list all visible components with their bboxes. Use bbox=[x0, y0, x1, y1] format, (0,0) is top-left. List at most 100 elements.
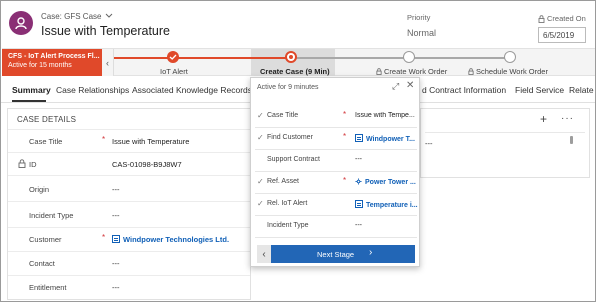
process-name-flag[interactable]: CFS - IoT Alert Process Fl... Active for… bbox=[2, 49, 102, 76]
divider bbox=[425, 132, 585, 133]
account-icon bbox=[112, 235, 120, 243]
form-selector[interactable]: Case: GFS Case bbox=[41, 12, 113, 21]
checkmark-icon: ✓ bbox=[257, 133, 264, 142]
field-id: ID CAS-01098-B9J8W7 bbox=[8, 152, 250, 175]
stage-schedule-work-order[interactable]: Schedule Work Order bbox=[468, 67, 548, 76]
field-value: CAS-01098-B9J8W7 bbox=[112, 160, 182, 169]
priority-value[interactable]: Normal bbox=[407, 28, 436, 38]
stage-track-pending bbox=[290, 57, 510, 59]
stage-active-icon[interactable] bbox=[285, 51, 297, 63]
iot-alert-lookup-link[interactable]: Temperature i... bbox=[355, 200, 418, 209]
field-value: Windpower Technologies Ltd. bbox=[123, 235, 230, 244]
checkmark-icon: ✓ bbox=[257, 111, 264, 120]
stage-label-iot-alert[interactable]: IoT Alert bbox=[160, 67, 188, 76]
more-options-icon[interactable]: ··· bbox=[561, 113, 574, 124]
field-case-title[interactable]: Case Title * Issue with Temperature bbox=[8, 129, 250, 152]
chevron-left-icon[interactable]: ‹ bbox=[257, 245, 271, 263]
expand-icon[interactable]: ⤢ bbox=[392, 81, 399, 92]
created-on-header: Created On bbox=[538, 14, 586, 23]
field-label: Rel. IoT Alert bbox=[267, 200, 308, 207]
tab-associated-knowledge-records[interactable]: Associated Knowledge Records bbox=[132, 85, 252, 95]
field-value[interactable]: --- bbox=[112, 259, 120, 268]
checkmark-icon: ✓ bbox=[257, 199, 264, 208]
field-label: Contact bbox=[29, 259, 55, 268]
case-details-section: CASE DETAILS Case Title * Issue with Tem… bbox=[7, 108, 251, 300]
scrollbar[interactable] bbox=[570, 136, 573, 144]
flyout-field-support-contract[interactable]: Support Contract --- bbox=[255, 150, 417, 172]
lock-icon bbox=[18, 159, 26, 168]
tab-case-relationships[interactable]: Case Relationships bbox=[56, 85, 129, 95]
field-value[interactable]: --- bbox=[355, 156, 362, 163]
next-stage-button[interactable]: Next Stage bbox=[317, 250, 354, 259]
field-value[interactable]: --- bbox=[112, 211, 120, 220]
entity-form-label: Case: GFS Case bbox=[41, 12, 102, 21]
field-value: Windpower T... bbox=[366, 136, 415, 143]
field-value: Power Tower ... bbox=[365, 179, 416, 186]
stage-completed-icon[interactable] bbox=[167, 51, 179, 63]
flyout-field-find-customer[interactable]: ✓ Find Customer * Windpower T... bbox=[255, 128, 417, 150]
field-label: Support Contract bbox=[267, 156, 320, 163]
field-customer[interactable]: Customer * Windpower Technologies Ltd. bbox=[8, 227, 250, 251]
app-window: Case: GFS Case Issue with Temperature Pr… bbox=[0, 0, 596, 302]
flyout-field-ref-asset[interactable]: ✓ Ref. Asset * Power Tower ... bbox=[255, 172, 417, 194]
stage-locked-icon[interactable] bbox=[403, 51, 415, 63]
required-marker: * bbox=[102, 233, 106, 242]
field-label: Ref. Asset bbox=[267, 178, 299, 185]
priority-label: Priority bbox=[407, 13, 431, 22]
required-marker: * bbox=[343, 110, 347, 119]
field-contact[interactable]: Contact --- bbox=[8, 251, 250, 275]
close-icon[interactable]: ✕ bbox=[406, 80, 414, 91]
asset-lookup-link[interactable]: Power Tower ... bbox=[355, 178, 416, 186]
alert-icon bbox=[355, 200, 363, 208]
flyout-field-rel-iot-alert[interactable]: ✓ Rel. IoT Alert Temperature i... bbox=[255, 194, 418, 216]
field-label: Customer bbox=[29, 235, 62, 244]
field-label: Incident Type bbox=[29, 211, 74, 220]
required-marker: * bbox=[102, 135, 106, 144]
tab-field-service[interactable]: Field Service bbox=[515, 85, 564, 95]
add-icon[interactable]: + bbox=[540, 112, 547, 126]
field-value[interactable]: --- bbox=[355, 222, 362, 229]
customer-lookup-link[interactable]: Windpower Technologies Ltd. bbox=[112, 235, 229, 244]
active-tab-indicator bbox=[12, 100, 46, 102]
field-value[interactable]: Issue with Tempe... bbox=[355, 112, 415, 119]
required-marker: * bbox=[343, 176, 347, 185]
chevron-right-icon[interactable]: › bbox=[369, 247, 372, 258]
lock-icon bbox=[468, 68, 474, 75]
field-value[interactable]: --- bbox=[112, 185, 120, 194]
checkmark-icon: ✓ bbox=[257, 177, 264, 186]
tab-related[interactable]: Relate bbox=[569, 85, 594, 95]
field-label: Case Title bbox=[29, 137, 63, 146]
flyout-field-case-title[interactable]: ✓ Case Title * Issue with Tempe... bbox=[255, 106, 417, 128]
chevron-left-icon[interactable]: ‹ bbox=[102, 49, 114, 76]
right-panel-value: --- bbox=[425, 139, 433, 148]
field-label: Entitlement bbox=[29, 283, 67, 292]
field-value[interactable]: Issue with Temperature bbox=[112, 137, 189, 146]
tab-contract-information[interactable]: d Contract Information bbox=[422, 85, 506, 95]
stage-create-work-order[interactable]: Create Work Order bbox=[376, 67, 447, 76]
section-title: CASE DETAILS bbox=[17, 115, 77, 124]
field-entitlement[interactable]: Entitlement --- bbox=[8, 275, 250, 299]
customer-lookup-link[interactable]: Windpower T... bbox=[355, 134, 415, 143]
tab-summary[interactable]: Summary bbox=[12, 85, 51, 95]
stage-track-completed bbox=[114, 57, 290, 59]
field-label: Incident Type bbox=[267, 222, 309, 229]
field-label: Case Title bbox=[267, 112, 299, 119]
business-process-flow: CFS - IoT Alert Process Fl... Active for… bbox=[2, 48, 595, 76]
field-incident-type[interactable]: Incident Type --- bbox=[8, 201, 250, 227]
case-entity-icon bbox=[9, 11, 33, 35]
created-on-field: 6/5/2019 bbox=[538, 27, 586, 43]
flyout-field-incident-type[interactable]: Incident Type --- bbox=[255, 216, 417, 238]
stage-label-schedule-work-order: Schedule Work Order bbox=[476, 67, 548, 76]
next-stage-bar: ‹ Next Stage › bbox=[257, 245, 415, 263]
lock-icon bbox=[376, 68, 382, 75]
process-active-duration: Active for 15 months bbox=[8, 62, 72, 69]
lock-icon bbox=[538, 14, 545, 23]
field-value: Temperature i... bbox=[366, 202, 418, 209]
flyout-active-duration: Active for 9 minutes bbox=[257, 84, 319, 91]
stage-locked-icon[interactable] bbox=[504, 51, 516, 63]
record-title: Issue with Temperature bbox=[41, 24, 170, 38]
field-origin[interactable]: Origin --- bbox=[8, 175, 250, 201]
field-value[interactable]: --- bbox=[112, 283, 120, 292]
stage-label-create-case[interactable]: Create Case (9 Min) bbox=[260, 67, 330, 76]
timeline-section: + ··· --- bbox=[420, 108, 590, 178]
